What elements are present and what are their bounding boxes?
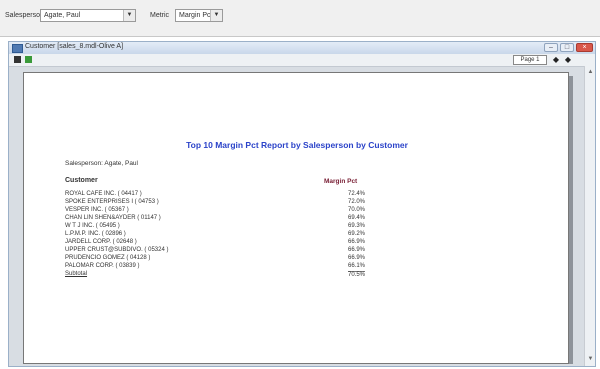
salesperson-heading: Salesperson: Agate, Paul [65, 160, 138, 167]
customer-cell: ROYAL CAFE INC. ( 04417 ) [65, 191, 142, 197]
margin-pct-cell: 66.1% [347, 263, 365, 269]
subtotal-label: Subtotal [65, 271, 88, 277]
chevron-down-icon[interactable]: ▼ [210, 10, 222, 21]
margin-pct-cell: 72.0% [347, 199, 365, 205]
report-page: Top 10 Margin Pct Report by Salesperson … [23, 72, 569, 364]
close-button[interactable]: × [576, 43, 593, 52]
report-window-icon [12, 44, 23, 53]
next-page-icon[interactable]: ◆ [563, 55, 573, 65]
page-number-field[interactable]: Page 1 [513, 55, 547, 65]
margin-pct-cell: 66.9% [347, 255, 365, 261]
salesperson-label: Salesperson [5, 12, 44, 19]
customer-cell: VESPER INC. ( 05367 ) [65, 207, 129, 213]
customer-cell: PALOMAR CORP. ( 03839 ) [65, 263, 140, 269]
customer-cell: JARDELL CORP. ( 02648 ) [65, 239, 137, 245]
margin-pct-cell: 69.3% [347, 223, 365, 229]
salesperson-select-value: Agate, Paul [44, 12, 81, 19]
window-titlebar[interactable]: Customer [sales_8.mdl-Olive A] – □ × [9, 42, 595, 54]
report-toolbar: Page 1 ◆ ◆ [9, 54, 595, 67]
column-header-margin-pct: Margin Pct [324, 178, 358, 185]
column-header-customer: Customer [65, 177, 98, 184]
margin-pct-cell: 69.2% [347, 231, 365, 237]
minimize-button[interactable]: – [544, 43, 558, 52]
metric-label: Metric [150, 12, 170, 19]
salesperson-select[interactable]: Agate, Paul ▼ [40, 9, 136, 22]
margin-pct-cell: 69.4% [347, 215, 365, 221]
customer-cell: UPPER CRUST@SUBDIVO. ( 05324 ) [65, 247, 169, 253]
filter-toolbar: Salesperson Agate, Paul ▼ Metric Margin … [0, 0, 600, 37]
customer-cell: SPOKE ENTERPRISES I ( 04753 ) [65, 199, 159, 205]
print-icon[interactable] [14, 56, 21, 63]
scroll-up-icon[interactable]: ▲ [586, 68, 595, 77]
report-window: Customer [sales_8.mdl-Olive A] – □ × Pag… [8, 41, 596, 367]
customer-cell: W T J INC. ( 05495 ) [65, 223, 120, 229]
subtotal-row: Subtotal 70.5% [65, 271, 365, 280]
customer-cell: L.P.M.P. INC. ( 02896 ) [65, 231, 126, 237]
customer-cell: CHAN LIN SHEN&AYDER ( 01147 ) [65, 215, 161, 221]
previous-page-icon[interactable]: ◆ [551, 55, 561, 65]
margin-pct-cell: 72.4% [347, 191, 365, 197]
metric-select[interactable]: Margin Pct ▼ [175, 9, 223, 22]
report-title: Top 10 Margin Pct Report by Salesperson … [186, 140, 408, 150]
customer-cell: PRUDENCIO GOMEZ ( 04128 ) [65, 255, 151, 261]
margin-pct-cell: 66.9% [347, 239, 365, 245]
window-title: Customer [sales_8.mdl-Olive A] [25, 43, 124, 50]
maximize-button[interactable]: □ [560, 43, 574, 52]
margin-pct-cell: 66.9% [347, 247, 365, 253]
report-canvas: Top 10 Margin Pct Report by Salesperson … [11, 68, 583, 364]
subtotal-value: 70.5% [347, 271, 365, 278]
margin-pct-cell: 70.0% [347, 207, 365, 213]
metric-select-value: Margin Pct [179, 12, 213, 19]
export-icon[interactable] [25, 56, 32, 63]
chevron-down-icon[interactable]: ▼ [123, 10, 135, 21]
scroll-down-icon[interactable]: ▼ [586, 355, 595, 364]
vertical-scrollbar[interactable]: ▲ ▼ [584, 66, 595, 366]
